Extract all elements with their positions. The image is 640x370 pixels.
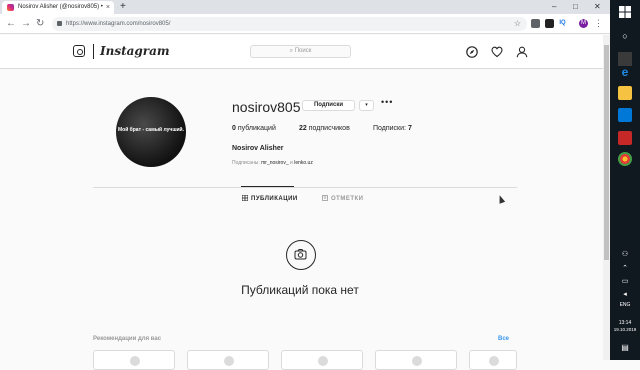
reload-button[interactable]: ↻ [36, 17, 44, 31]
profile-avatar[interactable]: M [579, 19, 588, 28]
instagram-wordmark[interactable]: Instagram [100, 44, 170, 58]
recommendation-card[interactable] [281, 350, 363, 370]
following-stat[interactable]: Подписки: 7 [373, 125, 412, 132]
empty-posts-text: Публикаций пока нет [241, 283, 359, 297]
file-explorer-icon[interactable] [618, 86, 632, 100]
posts-count: 0 [232, 125, 236, 132]
extension-icon[interactable] [531, 19, 540, 28]
tab-strip: Nosirov Alisher (@nosirov805) • × + – □ … [0, 0, 610, 14]
heart-icon[interactable] [491, 46, 503, 58]
search-input[interactable]: ⌕ Поиск [250, 45, 351, 58]
followers-stat[interactable]: 22 подписчиков [299, 125, 350, 132]
clock-time[interactable]: 13:14 [610, 320, 640, 326]
more-options-button[interactable]: ••• [381, 97, 393, 107]
avatar [130, 356, 140, 366]
language-indicator[interactable]: ENG [610, 302, 640, 308]
recommendation-card[interactable] [187, 350, 269, 370]
see-all-link[interactable]: Все [498, 336, 509, 342]
people-icon[interactable]: ⚇ [618, 248, 632, 262]
iq-extension-icon[interactable]: IQ [558, 19, 567, 28]
active-tab-indicator [241, 186, 294, 187]
following-button[interactable]: Подписки [302, 100, 355, 111]
followed-by-user-link[interactable]: lenko.uz [294, 160, 313, 166]
page-scrollbar[interactable] [603, 35, 610, 360]
profile-icon[interactable] [516, 46, 528, 58]
recommendation-card[interactable] [375, 350, 457, 370]
posts-label: публикаций [237, 125, 276, 132]
followers-label: подписчиков [308, 125, 350, 132]
tag-icon [322, 195, 328, 201]
url-text: https://www.instagram.com/nosirov805/ [66, 21, 171, 27]
notifications-icon[interactable]: ▤ [618, 341, 632, 355]
windows-start-icon[interactable] [618, 5, 632, 19]
windows-taskbar: ○ e ⚇ ⌃ ▭ ◂ ENG 13:14 19.10.2019 ▤ [610, 0, 640, 360]
followers-count: 22 [299, 125, 307, 132]
followed-by-prefix: Подписаны: [232, 160, 260, 166]
instagram-camera-icon[interactable] [73, 45, 85, 57]
instagram-header: Instagram ⌕ Поиск [0, 35, 610, 69]
profile-full-name: Nosirov Alisher [232, 145, 284, 152]
tabs-divider [93, 187, 517, 188]
avatar [489, 356, 499, 366]
tab-posts-label: ПУБЛИКАЦИИ [251, 196, 298, 202]
address-bar[interactable]: https://www.instagram.com/nosirov805/ ☆ [52, 17, 527, 31]
profile-avatar-photo[interactable]: Мой брат - самый лучший. [116, 97, 186, 167]
recommendation-card[interactable] [93, 350, 175, 370]
recommendation-card[interactable] [469, 350, 517, 370]
followed-by-line: Подписаны: mr_nosirov_ и lenko.uz [232, 160, 313, 166]
instagram-favicon-icon [7, 4, 14, 11]
tab-posts[interactable]: ПУБЛИКАЦИИ [242, 195, 298, 202]
new-tab-button[interactable]: + [120, 0, 126, 14]
tab-title: Nosirov Alisher (@nosirov805) • [18, 4, 103, 10]
app-icon[interactable] [618, 131, 632, 145]
avatar-caption: Мой брат - самый лучший. [117, 127, 185, 133]
mouse-cursor-icon [496, 194, 506, 204]
task-view-icon[interactable] [618, 52, 632, 66]
avatar [318, 356, 328, 366]
tab-tagged-label: ОТМЕТКИ [331, 196, 364, 202]
logo-divider [93, 44, 94, 59]
browser-toolbar: ← → ↻ https://www.instagram.com/nosirov8… [0, 14, 610, 34]
chrome-menu-icon[interactable]: ⋮ [594, 19, 603, 28]
forward-button[interactable]: → [21, 17, 31, 31]
chevron-up-icon[interactable]: ⌃ [618, 262, 632, 276]
browser-window: Nosirov Alisher (@nosirov805) • × + – □ … [0, 0, 610, 370]
bookmark-star-icon[interactable]: ☆ [514, 17, 521, 31]
profile-username: nosirov805 [232, 99, 301, 115]
tab-tagged[interactable]: ОТМЕТКИ [322, 195, 363, 202]
scrollbar-thumb[interactable] [604, 45, 609, 260]
tab-close-icon[interactable]: × [106, 1, 110, 14]
volume-icon[interactable]: ◂ [618, 288, 632, 302]
followed-by-user-link[interactable]: mr_nosirov_ [261, 160, 289, 166]
store-icon[interactable] [618, 108, 632, 122]
posts-stat: 0 публикаций [232, 125, 276, 132]
avatar [412, 356, 422, 366]
extension-icon[interactable] [545, 19, 554, 28]
clock-date[interactable]: 19.10.2019 [610, 327, 640, 332]
maximize-button[interactable]: □ [573, 0, 578, 14]
camera-icon [286, 240, 316, 270]
close-window-button[interactable]: ✕ [594, 0, 601, 14]
following-count: 7 [407, 125, 412, 132]
back-button[interactable]: ← [6, 17, 16, 31]
network-icon[interactable]: ▭ [618, 275, 632, 289]
edge-browser-icon[interactable]: e [618, 65, 632, 79]
grid-icon [242, 195, 248, 201]
recommendations-title: Рекомендации для вас [93, 336, 162, 342]
followed-by-and: и [290, 160, 293, 166]
lock-icon [57, 21, 62, 26]
following-label: Подписки: [373, 125, 406, 132]
avatar [224, 356, 234, 366]
explore-compass-icon[interactable] [466, 46, 478, 58]
chrome-taskbar-icon[interactable] [618, 152, 632, 166]
minimize-button[interactable]: – [552, 0, 556, 14]
suggestions-dropdown-button[interactable]: ▾ [359, 100, 374, 111]
browser-tab[interactable]: Nosirov Alisher (@nosirov805) • × [2, 1, 114, 14]
search-icon[interactable]: ○ [618, 29, 632, 43]
